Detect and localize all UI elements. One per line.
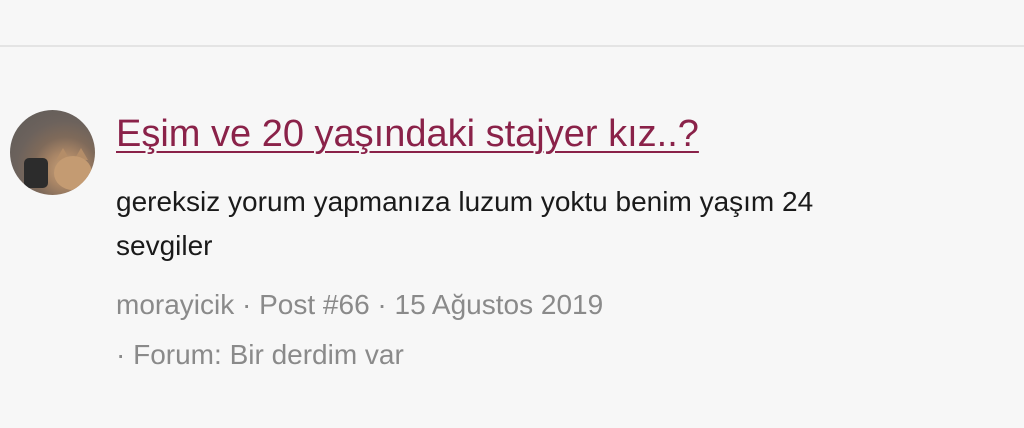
meta-line-1: morayicik · Post #66 · 15 Ağustos 2019 (116, 280, 996, 330)
post-snippet: gereksiz yorum yapmanıza luzum yoktu ben… (116, 180, 996, 268)
top-divider (0, 45, 1024, 47)
post-date: 15 Ağustos 2019 (394, 289, 604, 320)
meta-separator: · (369, 289, 395, 320)
forum-link[interactable]: Bir derdim var (230, 339, 404, 370)
cat-face (54, 156, 92, 190)
meta-separator: · (234, 289, 260, 320)
author-link[interactable]: morayicik (116, 289, 234, 320)
phone-shape (24, 158, 48, 188)
meta-line-2: · Forum: Bir derdim var (116, 330, 996, 380)
thread-title-link[interactable]: Eşim ve 20 yaşındaki stajyer kız..? (116, 112, 699, 156)
post-meta: morayicik · Post #66 · 15 Ağustos 2019 ·… (116, 280, 996, 380)
post-number-link[interactable]: Post #66 (259, 289, 370, 320)
forum-prefix: · Forum: (116, 339, 230, 370)
avatar[interactable] (10, 110, 95, 195)
snippet-line-1: gereksiz yorum yapmanıza luzum yoktu ben… (116, 186, 814, 217)
snippet-line-2: sevgiler (116, 230, 213, 261)
